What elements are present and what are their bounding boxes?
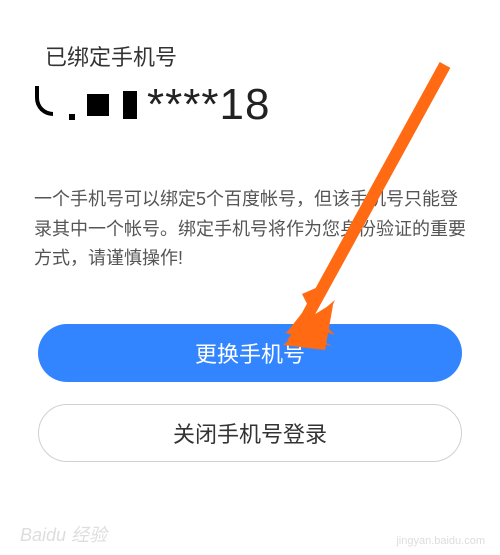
change-phone-button[interactable]: 更换手机号 — [38, 324, 462, 382]
phone-masked-suffix: ****18 — [147, 80, 270, 130]
disable-phone-login-button[interactable]: 关闭手机号登录 — [38, 404, 462, 462]
bound-phone-number: ****18 — [35, 80, 470, 130]
info-text: 一个手机号可以绑定5个百度帐号，但该手机号只能登录其中一个帐号。绑定手机号将作为… — [34, 185, 466, 274]
watermark-brand: Baidu 经验 — [20, 521, 107, 547]
watermark-url: jingyan.baidu.com — [396, 535, 485, 547]
button-group: 更换手机号 关闭手机号登录 — [30, 324, 470, 462]
bound-phone-label: 已绑定手机号 — [45, 40, 470, 72]
